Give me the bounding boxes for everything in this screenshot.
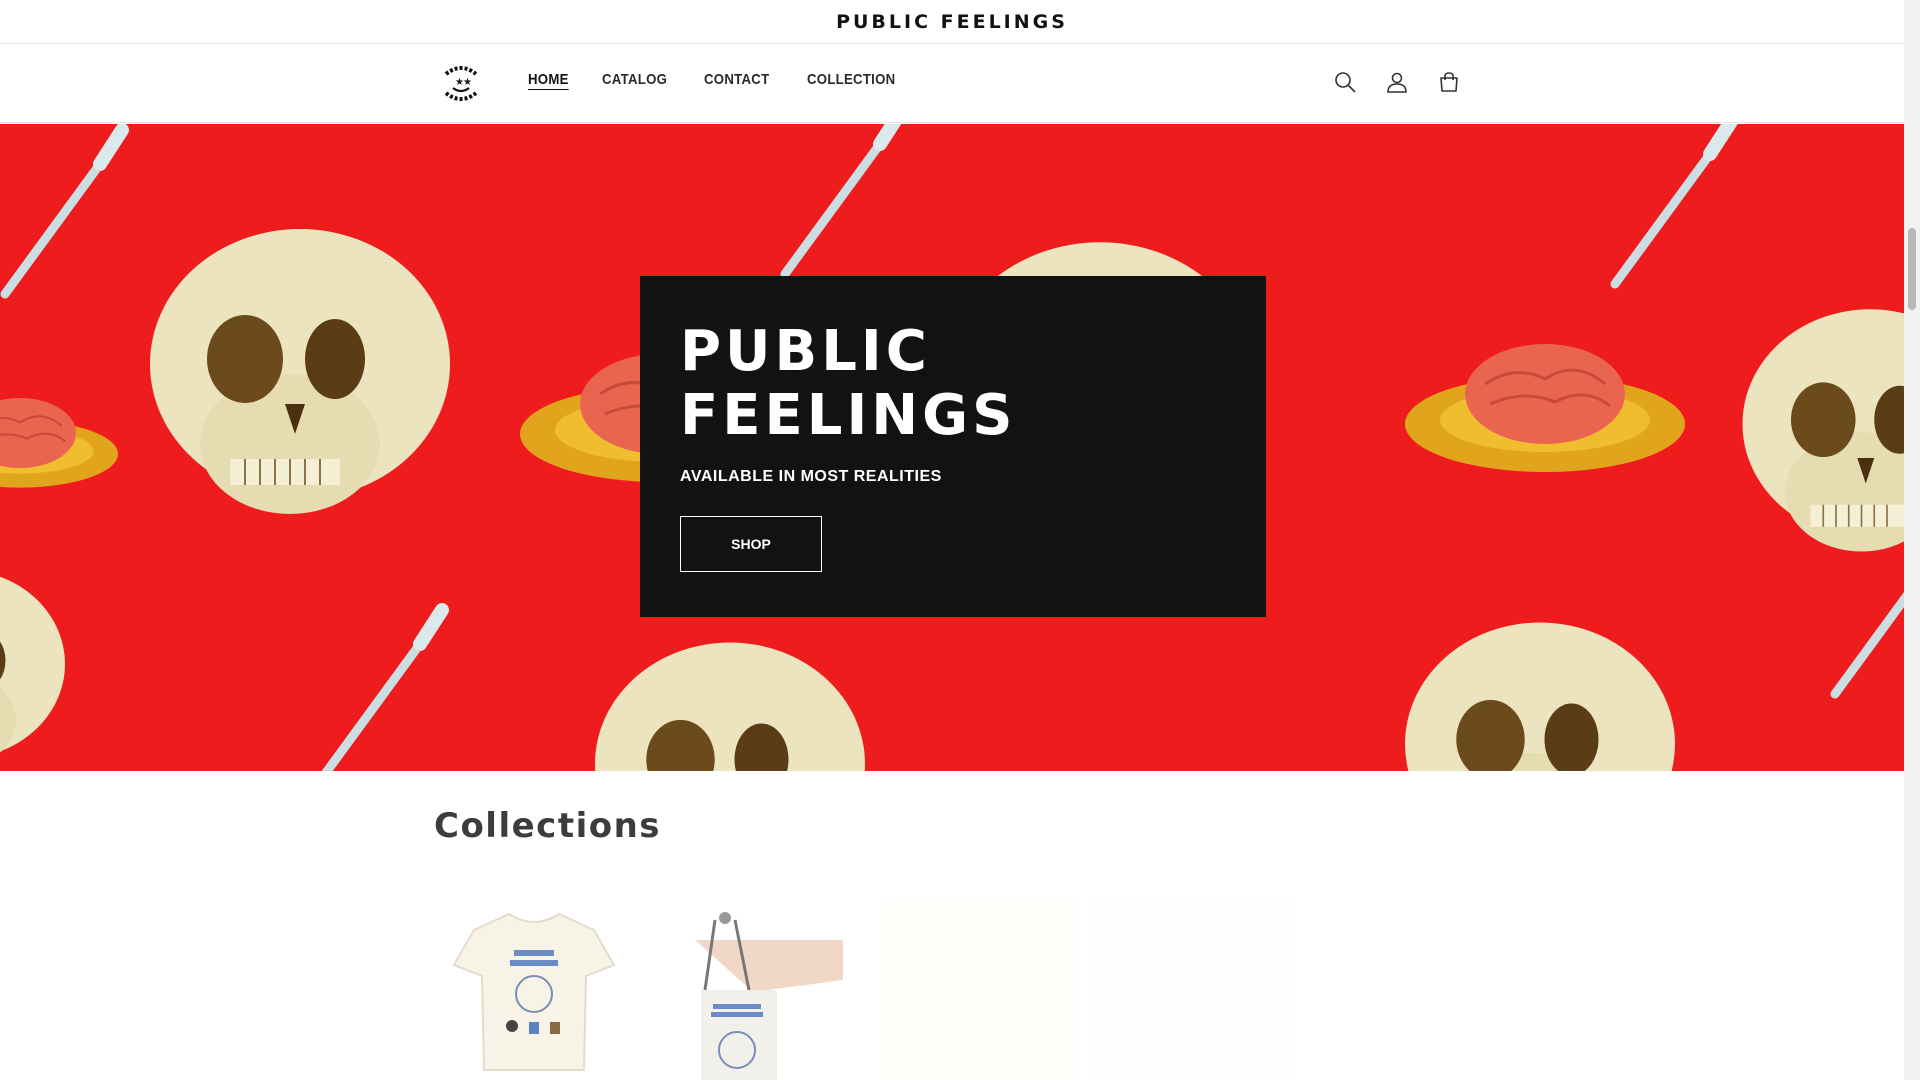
- search-icon: [1335, 72, 1356, 93]
- account-button[interactable]: [1382, 67, 1412, 97]
- hero-content-box: PUBLIC FEELINGS AVAILABLE IN MOST REALIT…: [640, 276, 1266, 617]
- logo[interactable]: ★ ★: [438, 60, 484, 106]
- svg-text:★: ★: [463, 77, 472, 88]
- search-button[interactable]: [1330, 67, 1360, 97]
- announcement-bar: PUBLIC FEELINGS: [0, 0, 1904, 44]
- header-icons: [1330, 67, 1464, 97]
- collection-card-tshirt[interactable]: [434, 900, 634, 1080]
- nav-contact[interactable]: CONTACT: [704, 71, 769, 88]
- cart-button[interactable]: [1434, 67, 1464, 97]
- nav-catalog[interactable]: CATALOG: [602, 71, 667, 88]
- announcement-text: PUBLIC FEELINGS: [836, 10, 1068, 33]
- nav-collection[interactable]: COLLECTION: [807, 71, 895, 88]
- main-nav: HOME CATALOG CONTACT COLLECTION: [528, 71, 907, 88]
- page-scrollbar[interactable]: [1904, 0, 1920, 1080]
- collection-card-placeholder: [1090, 900, 1290, 1080]
- collection-card-placeholder: [880, 900, 1080, 1080]
- hero-subtitle: AVAILABLE IN MOST REALITIES: [680, 468, 942, 485]
- site-header: ★ ★ HOME CATALOG CONTACT COLLECTION: [0, 45, 1904, 123]
- scrollbar-thumb[interactable]: [1908, 228, 1916, 310]
- tote-bag-product-image: [695, 912, 843, 1080]
- account-icon: [1387, 72, 1407, 93]
- collection-card-tote[interactable]: [643, 900, 843, 1080]
- tshirt-product-image: [452, 912, 616, 1071]
- nav-home[interactable]: HOME: [528, 71, 569, 88]
- hero-banner: PUBLIC FEELINGS AVAILABLE IN MOST REALIT…: [0, 124, 1904, 771]
- shop-button[interactable]: SHOP: [680, 516, 822, 572]
- hero-title: PUBLIC FEELINGS: [680, 319, 1017, 448]
- cart-icon: [1440, 72, 1458, 92]
- collections-title: Collections: [434, 806, 662, 846]
